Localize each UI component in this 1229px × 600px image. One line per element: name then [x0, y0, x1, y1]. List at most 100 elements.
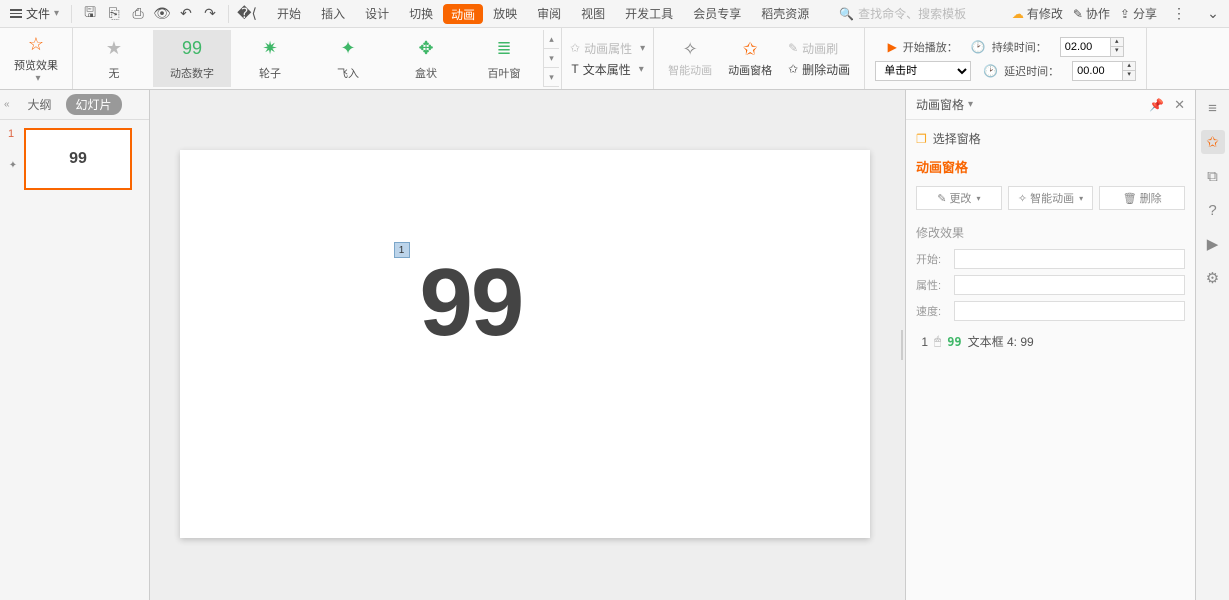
outline-tab[interactable]: 大纲 — [27, 96, 51, 113]
undo-icon[interactable]: ↶ — [174, 2, 198, 26]
play-sidebar-icon[interactable]: ▶ — [1201, 232, 1225, 256]
spin-up[interactable]: ▴ — [1123, 62, 1135, 71]
smart-label: 智能动画 — [1030, 190, 1074, 206]
file-menu[interactable]: 文件 ▾ — [4, 0, 65, 27]
brush-del-col: ✎动画刷 ✩删除动画 — [780, 40, 858, 78]
anim-sidebar-icon[interactable]: ✩ — [1201, 130, 1225, 154]
anim-label: 盒状 — [415, 65, 437, 81]
redo-icon[interactable]: ↷ — [198, 2, 222, 26]
close-icon[interactable]: ✕ — [1174, 97, 1185, 113]
save-icon[interactable]: 🖫 — [78, 2, 102, 26]
tab-animation[interactable]: 动画 — [443, 4, 483, 24]
anim-property-button[interactable]: ✩动画属性▾ — [570, 40, 645, 57]
clock-icon: 🕑 — [971, 40, 986, 54]
duration-input[interactable] — [1060, 37, 1110, 57]
slides-tab[interactable]: 幻灯片 — [66, 94, 122, 115]
spin-down[interactable]: ▾ — [1123, 71, 1135, 80]
search-box[interactable]: 🔍 查找命令、搜索模板 — [839, 5, 966, 22]
tab-devtools[interactable]: 开发工具 — [615, 0, 683, 27]
text-prop-label: 文本属性 — [583, 61, 631, 78]
tab-view[interactable]: 视图 — [571, 0, 615, 27]
gallery-more[interactable]: ▾ — [544, 68, 559, 87]
expand-icon[interactable]: ⌄ — [1201, 2, 1225, 26]
anim-none[interactable]: ★无 — [75, 30, 153, 87]
anim-brush-button[interactable]: ✎动画刷 — [788, 40, 850, 57]
tab-transition[interactable]: 切换 — [399, 0, 443, 27]
more-icon[interactable]: ⋮ — [1167, 2, 1191, 26]
anim-blinds[interactable]: ≣百叶窗 — [465, 30, 543, 87]
modify-effect-label: 修改效果 — [916, 224, 1185, 241]
tab-start[interactable]: 开始 — [267, 0, 311, 27]
start-select[interactable] — [954, 249, 1185, 269]
trash-icon: 🗑 — [1123, 192, 1137, 205]
item-index: 1 — [918, 335, 928, 349]
copy-icon[interactable]: ⧉ — [1201, 164, 1225, 188]
delay-spinner[interactable]: ▴▾ — [1072, 61, 1136, 81]
animation-list: 1 🖱 99 文本框 4: 99 — [916, 329, 1185, 354]
animation-tag[interactable]: 1 — [394, 242, 410, 258]
property-select[interactable] — [954, 275, 1185, 295]
tab-slideshow[interactable]: 放映 — [483, 0, 527, 27]
text-icon: T — [571, 62, 578, 76]
export-icon[interactable]: ⎘ — [102, 2, 126, 26]
search-icon: 🔍 — [839, 7, 854, 21]
blinds-icon: ≣ — [496, 37, 511, 61]
speed-select[interactable] — [954, 301, 1185, 321]
canvas-area[interactable]: 1 99 — [150, 90, 899, 600]
pane-header: 动画窗格 ▾ 📌 ✕ — [906, 90, 1195, 120]
change-button[interactable]: ✎更改▾ — [916, 186, 1002, 210]
preview-icon[interactable]: 👁 — [150, 2, 174, 26]
gallery-down[interactable]: ▾ — [544, 49, 559, 68]
delete-anim-button[interactable]: ✩删除动画 — [788, 61, 850, 78]
flyin-icon: ✦ — [340, 37, 355, 61]
tab-resources[interactable]: 稻壳资源 — [751, 0, 819, 27]
mouse-icon: 🖱 — [934, 334, 941, 349]
star-outline-icon: ☆ — [28, 34, 44, 55]
select-pane-link[interactable]: ❐ 选择窗格 — [916, 130, 1185, 147]
spin-up[interactable]: ▴ — [1111, 38, 1123, 47]
spin-down[interactable]: ▾ — [1111, 47, 1123, 56]
tab-design[interactable]: 设计 — [355, 0, 399, 27]
anim-flyin[interactable]: ✦飞入 — [309, 30, 387, 87]
quick-tool-icon[interactable]: �⟨ — [235, 2, 259, 26]
anim-box[interactable]: ✥盒状 — [387, 30, 465, 87]
layers-icon: ❐ — [916, 132, 927, 146]
delete-button[interactable]: 🗑删除 — [1099, 186, 1185, 210]
coop-button[interactable]: ✎ 协作 — [1073, 5, 1110, 22]
print-icon[interactable]: ⎙ — [126, 2, 150, 26]
wheel-icon: ✷ — [262, 37, 277, 61]
preview-effect-button[interactable]: ☆ 预览效果 ▾ — [6, 34, 66, 84]
number-icon: 99 — [182, 37, 202, 61]
anim-wheel[interactable]: ✷轮子 — [231, 30, 309, 87]
gallery-up[interactable]: ▴ — [544, 30, 559, 49]
tab-insert[interactable]: 插入 — [311, 0, 355, 27]
settings-sidebar-icon[interactable]: ⚙ — [1201, 266, 1225, 290]
textbox-99[interactable]: 99 — [420, 248, 523, 358]
collapse-icon[interactable]: « — [4, 99, 10, 110]
chevron-down-icon[interactable]: ▾ — [968, 99, 973, 110]
pin-icon[interactable]: 📌 — [1149, 98, 1164, 112]
share-button[interactable]: ⇪ 分享 — [1120, 5, 1157, 22]
smart-anim-button[interactable]: ✧智能动画 — [660, 39, 720, 78]
slide-thumbnail[interactable]: 99 — [24, 128, 132, 190]
tab-member[interactable]: 会员专享 — [683, 0, 751, 27]
thumbnail-list: 1 ✦ 99 — [0, 120, 149, 600]
help-icon[interactable]: ? — [1201, 198, 1225, 222]
anim-dynamic-number[interactable]: 99动态数字 — [153, 30, 231, 87]
text-property-button[interactable]: T文本属性▾ — [571, 61, 643, 78]
duration-spinner[interactable]: ▴▾ — [1060, 37, 1124, 57]
gallery-scroll: ▴ ▾ ▾ — [543, 30, 559, 87]
anim-list-item-1[interactable]: 1 🖱 99 文本框 4: 99 — [916, 329, 1185, 354]
trigger-select[interactable]: 单击时 — [875, 61, 971, 81]
hamburger-icon — [10, 7, 22, 20]
menu-icon[interactable]: ≡ — [1201, 96, 1225, 120]
slide[interactable]: 1 99 — [180, 150, 870, 538]
delay-input[interactable] — [1072, 61, 1122, 81]
smart-anim-button[interactable]: ✧智能动画▾ — [1008, 186, 1094, 210]
thumb-row-1[interactable]: 1 ✦ 99 — [8, 128, 141, 190]
tab-review[interactable]: 审阅 — [527, 0, 571, 27]
cloud-status[interactable]: ☁ 有修改 — [1012, 5, 1063, 22]
search-placeholder: 查找命令、搜索模板 — [858, 5, 966, 22]
anim-pane-button[interactable]: ✩动画窗格 — [720, 39, 780, 78]
select-pane-label: 选择窗格 — [933, 130, 981, 147]
